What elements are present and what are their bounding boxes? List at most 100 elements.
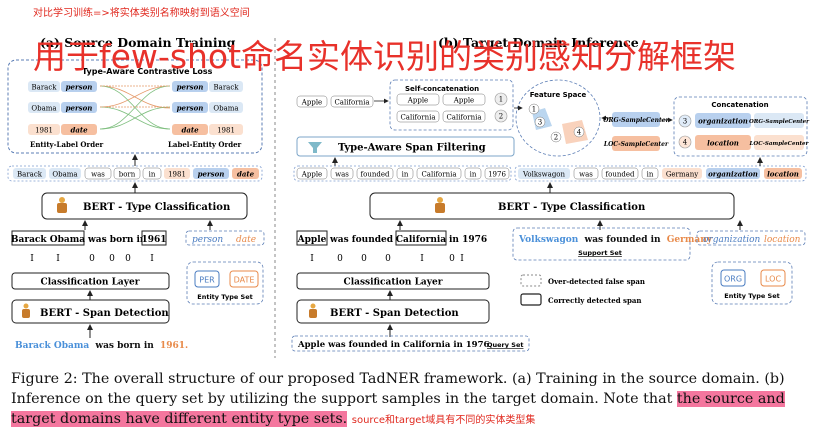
bin-a-3: 0 (89, 254, 95, 264)
token-a-5: in (149, 171, 156, 179)
overlay-title: 用于few-shot命名实体识别的类别感知分解框架 (33, 37, 737, 76)
token-a-2: Obama (52, 171, 77, 179)
pair-right-2-label-text: person (177, 104, 204, 113)
sc-row2-a: California (400, 114, 435, 122)
bin-b-6: 0 (449, 254, 455, 264)
concat-row1-type: organization (698, 117, 748, 126)
query-sentence-e2: California (396, 235, 446, 245)
pair-right-3-entity-text: 1981 (217, 127, 235, 135)
type-org-text: ORG (724, 275, 742, 284)
concat-row1-center: ORG-SampleCenter (749, 119, 810, 125)
concatenation-label: Concatenation (711, 101, 768, 109)
token-a-6: 1981 (168, 171, 186, 179)
bert-type-a-label: BERT - Type Classification (83, 202, 231, 213)
q-token-7: 1976 (488, 171, 506, 179)
classification-layer-b-label: Classification Layer (344, 278, 443, 288)
apple-token: Apple (301, 99, 322, 107)
input-sentence-b: Apple was founded in California in 1976 (297, 340, 489, 350)
bin-a-5: 0 (125, 254, 131, 264)
types-a-person: person (192, 235, 223, 245)
pair-right-1-label-text: person (177, 83, 204, 92)
token-a-3: was (91, 171, 105, 179)
s-token-3: founded (606, 171, 635, 179)
s-token-5: Germany (666, 171, 698, 179)
label-entity-order: Label-Entity Order (168, 140, 242, 149)
bin-b-5: I (420, 254, 424, 264)
q-token-4: in (402, 171, 409, 179)
sentence-a-mid: was born in (87, 235, 147, 245)
span-filter-label: Type-Aware Span Filtering (338, 143, 486, 154)
pair-left-1-entity-text: Barack (32, 84, 58, 92)
pair-left-2-entity-text: Obama (31, 105, 56, 113)
query-token-row: Apple was founded in California in 1976 (296, 167, 510, 180)
q-token-1: Apple (301, 171, 322, 179)
sc-row2-num: 2 (499, 113, 503, 121)
entity-type-set-b-label: Entity Type Set (724, 292, 779, 300)
bin-b-3: 0 (361, 254, 367, 264)
self-concat-label: Self-concatenation (405, 85, 479, 93)
sample-center-loc: LOC-SampleCenter (603, 141, 669, 148)
token-a-8: date (237, 170, 255, 179)
fs-num-3: 3 (538, 119, 542, 127)
query-set-label: Query Set (487, 341, 523, 349)
legend-correct-swatch (520, 293, 542, 306)
california-token: California (334, 99, 369, 107)
bert-span-b-label: BERT - Span Detection (330, 308, 459, 319)
pair-left-1-label-text: person (66, 83, 93, 92)
bin-a-2: I (56, 254, 60, 264)
bert-type-b-label: BERT - Type Classification (498, 202, 646, 213)
q-token-6: in (470, 171, 477, 179)
q-token-5: California (421, 171, 456, 179)
support-mid: was founded in (583, 235, 661, 245)
pair-right-2-entity-text: Obama (213, 105, 238, 113)
bin-a-4: 0 (109, 254, 115, 264)
legend-over-detected: Over-detected false span (548, 277, 645, 286)
support-e1: Volkswagon (518, 235, 579, 245)
legend-correct: Correctly detected span (548, 296, 642, 305)
concat-row1-num: 3 (683, 118, 687, 126)
s-token-6: organization (708, 170, 758, 179)
entity-label-order: Entity-Label Order (30, 140, 104, 149)
sentence-a-entity1: Barack Obama (11, 235, 85, 245)
concat-row2-type: location (707, 139, 739, 148)
caption-text: Figure 2: The overall structure of our p… (11, 371, 785, 407)
query-sentence-end: in 1976 (449, 235, 487, 245)
type-date-text: DATE (234, 276, 255, 285)
top-annotation: 对比学习训练=>将实体类别名称映射到语义空间 (33, 8, 250, 19)
bin-b-7: I (460, 254, 464, 264)
left-pairs: Barack person Obama person 1981 date (28, 81, 97, 135)
sc-row2-b: California (446, 114, 481, 122)
pair-right-1-entity-text: Barack (214, 84, 240, 92)
token-row-a: Barack Obama was born in 1981 person dat… (13, 167, 259, 180)
bin-a-1: I (30, 254, 34, 264)
entity-type-set-a-label: Entity Type Set (197, 293, 252, 301)
fs-num-1: 1 (532, 106, 536, 114)
sc-row1-a: Apple (407, 97, 428, 105)
sample-center-org: ORG-SampleCenter (603, 117, 669, 124)
sc-row1-b: Apple (453, 97, 474, 105)
fs-num-4: 4 (577, 129, 582, 137)
token-a-1: Barack (17, 171, 43, 179)
support-sentence: Volkswagon was founded in Germany (518, 235, 713, 245)
support-set-label: Support Set (578, 249, 622, 257)
pair-right-3-label-text: date (181, 126, 199, 135)
legend-over-detected-swatch (520, 274, 542, 287)
s-token-4: in (647, 171, 654, 179)
types-b-loc: location (764, 235, 801, 245)
types-b-org: organization (703, 235, 761, 245)
types-a-date: date (236, 235, 256, 245)
bin-b-1: I (310, 254, 314, 264)
input-sentence-a: Barack Obama was born in 1961. (15, 341, 188, 351)
sc-row1-num: 1 (499, 96, 503, 104)
type-loc-text: LOC (765, 275, 781, 284)
contrastive-links (99, 85, 171, 130)
binary-labels-b: I 0 0 0 I 0 I (310, 254, 464, 264)
fs-num-2: 2 (554, 134, 558, 142)
input-a-entity: Barack Obama (15, 341, 89, 351)
s-token-1: Volkswagon (522, 171, 566, 179)
figure-caption: Figure 2: The overall structure of our p… (11, 369, 817, 431)
pair-left-2-label-text: person (66, 104, 93, 113)
token-a-4: born (119, 171, 136, 179)
token-a-7: person (198, 170, 225, 179)
binary-labels-a: I I 0 0 0 I (30, 254, 154, 264)
